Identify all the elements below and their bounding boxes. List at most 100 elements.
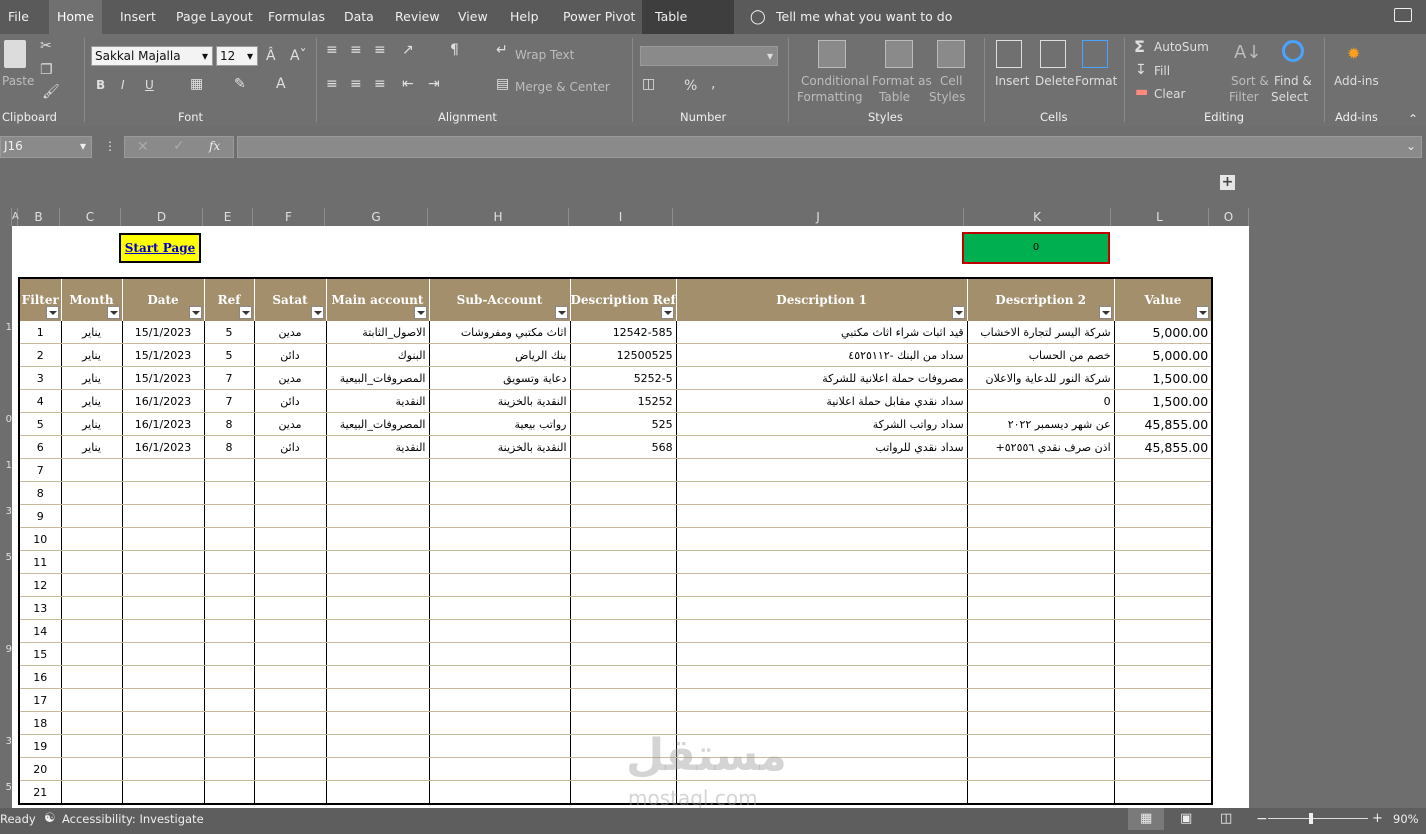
cell-satat[interactable] [254,550,327,574]
cell-ref[interactable]: 7 [204,366,255,390]
bold-button[interactable]: B [96,78,105,92]
cell-date[interactable] [122,619,205,643]
cell-value[interactable]: 5,000.00 [1114,321,1213,344]
col-header-h[interactable]: H [428,208,569,226]
cell-sub-account[interactable] [429,688,571,712]
cell-date[interactable] [122,757,205,781]
orientation-icon[interactable]: ↗ [402,42,414,58]
cell-date[interactable]: 16/1/2023 [122,389,205,413]
find-select-button[interactable]: Find & [1274,74,1312,88]
delete-cells-button[interactable]: Delete [1035,74,1074,88]
cell-description-ref[interactable] [570,504,677,528]
cell-ref[interactable] [204,780,255,805]
cell-satat[interactable] [254,619,327,643]
cell-satat[interactable] [254,596,327,620]
cell-description-1[interactable]: مصروفات حملة اعلانية للشركة [676,366,968,390]
col-header-g[interactable]: G [325,208,428,226]
cell-filter[interactable]: 20 [19,757,62,781]
autosum-button[interactable]: AutoSum [1154,40,1209,54]
cell-date[interactable] [122,527,205,551]
cell-description-2[interactable]: اذن صرف نقدي ٥٢٥٥٦+ [967,435,1115,459]
cell-main-account[interactable]: النقدية [326,389,430,413]
cell-date[interactable] [122,573,205,597]
cell-filter[interactable]: 10 [19,527,62,551]
cell-main-account[interactable]: النقدية [326,435,430,459]
zoom-in-button[interactable]: + [1372,808,1383,830]
header-satat[interactable]: Satat [254,278,327,321]
table-row[interactable]: 8 [19,481,1213,505]
cell-ref[interactable] [204,642,255,666]
table-row[interactable]: 5 يناير 16/1/2023 8 مدين المصروفات_البيعية روا… [19,412,1213,436]
menu-review[interactable]: Review [387,0,448,34]
eraser-icon[interactable]: ▬ [1135,84,1148,100]
cell-ref[interactable]: 8 [204,412,255,436]
col-header-e[interactable]: E [203,208,253,226]
table-row[interactable]: 15 [19,642,1213,666]
cell-date[interactable]: 16/1/2023 [122,435,205,459]
cell-description-ref[interactable] [570,458,677,482]
filter-dropdown-icon[interactable] [45,306,59,319]
add-ins-icon[interactable]: ✹ [1347,44,1360,63]
cell-main-account[interactable] [326,780,430,805]
table-row[interactable]: 19 [19,734,1213,758]
cell-sub-account[interactable] [429,780,571,805]
table-row[interactable]: 6 يناير 16/1/2023 8 دائن النقدية النقدية بالخز… [19,435,1213,459]
header-value[interactable]: Value [1114,278,1213,321]
underline-button[interactable]: U [145,78,154,92]
cell-description-2[interactable] [967,619,1115,643]
cell-ref[interactable] [204,734,255,758]
cell-description-ref[interactable] [570,573,677,597]
cell-filter[interactable]: 3 [19,366,62,390]
cell-month[interactable] [61,573,123,597]
cell-satat[interactable] [254,688,327,712]
cell-satat[interactable] [254,573,327,597]
cell-sub-account[interactable] [429,734,571,758]
cell-value[interactable] [1114,665,1213,689]
row-header[interactable]: 5 [0,552,12,563]
fill-icon[interactable]: ↧ [1135,62,1147,78]
filter-dropdown-icon[interactable] [554,306,568,319]
cell-month[interactable] [61,665,123,689]
zoom-slider-thumb[interactable] [1309,813,1313,824]
cell-main-account[interactable] [326,757,430,781]
cell-value[interactable]: 5,000.00 [1114,343,1213,367]
cell-value[interactable] [1114,596,1213,620]
cell-satat[interactable] [254,757,327,781]
paste-icon[interactable] [4,40,26,68]
cell-date[interactable]: 15/1/2023 [122,343,205,367]
cell-description-2[interactable] [967,504,1115,528]
cell-filter[interactable]: 12 [19,573,62,597]
cell-month[interactable] [61,757,123,781]
cell-main-account[interactable] [326,504,430,528]
decrease-font-icon[interactable]: Aˇ [290,48,307,64]
cell-filter[interactable]: 13 [19,596,62,620]
cell-sub-account[interactable] [429,642,571,666]
cell-description-2[interactable]: 0 [967,389,1115,413]
cell-date[interactable] [122,711,205,735]
menu-page-layout[interactable]: Page Layout [168,0,261,34]
cell-description-ref[interactable]: 568 [570,435,677,459]
merge-icon[interactable]: ▤ [496,76,509,92]
cell-description-2[interactable]: شركة اليسر لتجارة الاخشاب [967,321,1115,344]
cell-satat[interactable] [254,458,327,482]
insert-cells-button[interactable]: Insert [995,74,1029,88]
cell-month[interactable] [61,458,123,482]
cell-main-account[interactable] [326,642,430,666]
start-page-button[interactable]: Start Page [119,233,201,263]
table-row[interactable]: 3 يناير 15/1/2023 7 مدين المصروفات_البيعية دعا… [19,366,1213,390]
cell-main-account[interactable]: المصروفات_البيعية [326,366,430,390]
cell-date[interactable] [122,642,205,666]
cell-value[interactable] [1114,688,1213,712]
cell-filter[interactable]: 15 [19,642,62,666]
header-month[interactable]: Month [61,278,123,321]
cell-satat[interactable]: دائن [254,389,327,413]
accessibility-icon[interactable]: ☯ [44,808,56,830]
paste-button[interactable]: Paste [2,74,34,88]
cell-main-account[interactable] [326,665,430,689]
row-header[interactable]: 0 [0,414,12,425]
cell-date[interactable]: 15/1/2023 [122,366,205,390]
clear-button[interactable]: Clear [1154,87,1185,101]
cell-date[interactable] [122,458,205,482]
format-as-table-icon[interactable] [885,40,913,68]
font-name-select[interactable]: Sakkal Majalla ▾ [91,46,213,66]
